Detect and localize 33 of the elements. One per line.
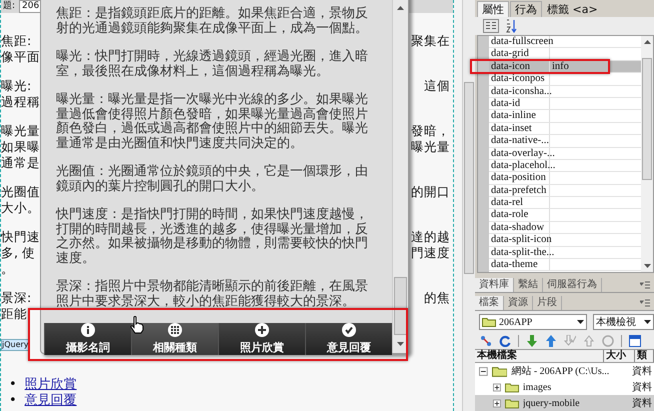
term-paragraph: 曝光：快門打開時，光線透過鏡頭，經過光圈，進入暗室，最後照在成像材料上，這個過程稱為曝光。 — [56, 50, 369, 79]
document-text: 門速度 — [411, 245, 450, 261]
document-text: 景深: — [1, 290, 32, 306]
document-text: 曝光量 — [411, 139, 450, 155]
bullet: • — [9, 377, 17, 392]
tag-label: 標籤 <a> — [546, 2, 599, 17]
document-text: 的開口 — [411, 184, 450, 200]
document-text: 。 — [1, 261, 15, 277]
document-text: 聚集在 — [411, 33, 450, 49]
document-text: 的焦 — [424, 290, 450, 306]
title-label: 題: — [3, 0, 16, 13]
document-text: 曝光量 — [1, 123, 40, 139]
term-paragraph: 曝光量：曝光量是指一次曝光中光線的多少。如果曝光量過低會使得照片顏色發暗，如果曝光量過高會使照片顏色發白，過低或過高都會使照片中的細節丟失。曝光量通常是由光圈值和快門速度共同決定的。 — [56, 93, 369, 151]
document-text: 焦距: — [1, 33, 32, 49]
document-text: 發暗， — [411, 123, 450, 139]
document-text: 達的越 — [411, 229, 450, 245]
term-paragraph: 景深：指照片中景物都能清晰顯示的前後距離，在風景照片中要求景深大，較小的焦距能獲得較大的景深。 — [56, 280, 369, 309]
document-text: 通常是 — [1, 155, 40, 171]
document-text: 多, 使 — [1, 245, 36, 261]
document-text: 像平面 — [1, 49, 40, 65]
bullet: • — [9, 393, 17, 408]
term-paragraph: 光圈值：光圈通常位於鏡頭的中央，它是一個環形，由鏡頭內的葉片控制圓孔的開口大小。 — [56, 165, 369, 194]
document-text: 過程稱 — [1, 94, 40, 110]
element-tag: jQuery — [1, 339, 30, 351]
document-text: 這個 — [424, 78, 450, 94]
term-paragraph: 快門速度：是指快門打開的時間，如果快門速度越慢，打開的時間越長，光透進的越多，使得曝光量增加，反之亦然。如果被攝物是移動的物體，則需要較快的快門速度。 — [56, 208, 369, 266]
document-text: 光圈值 — [1, 184, 40, 200]
document-text: 如果曝 — [1, 139, 40, 155]
document-text: 快門速 — [1, 229, 40, 245]
document-text: 曝光: — [1, 78, 32, 94]
term-paragraph: 焦距：是指鏡頭距底片的距離。如果焦距合適，景物反射的光通過鏡頭能夠聚集在成像平面上，成為一個點。 — [56, 7, 369, 36]
document-text: 大小。 — [1, 200, 40, 216]
document-text: 距能 — [1, 306, 28, 322]
